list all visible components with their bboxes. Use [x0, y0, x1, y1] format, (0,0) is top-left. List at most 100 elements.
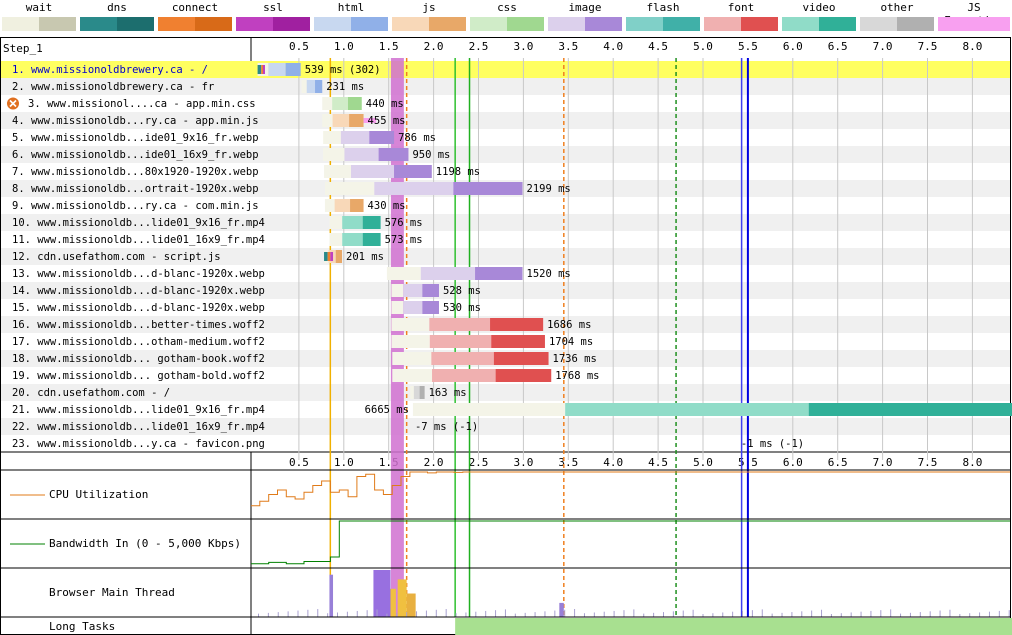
- request-timing: 430 ms: [368, 200, 406, 212]
- request-label: 15. www.missionoldb...d-blanc-1920x.webp: [12, 302, 265, 314]
- axis-tick-label-top: 6.5: [828, 40, 848, 53]
- request-timing: 6665 ms: [365, 404, 409, 416]
- bandwidth-line: [251, 520, 1010, 565]
- main-thread-activity: [406, 593, 416, 617]
- request-bar-download: [422, 284, 439, 297]
- axis-tick-label-bottom: 3.5: [558, 456, 578, 469]
- request-bar-ttfb: [268, 63, 286, 76]
- request-timing: -7 ms (-1): [415, 421, 478, 433]
- axis-tick-label-top: 8.0: [962, 40, 982, 53]
- request-bar-wait: [323, 131, 341, 144]
- request-bar-ttfb: [429, 335, 492, 348]
- axis-tick-label-top: 4.0: [603, 40, 623, 53]
- request-bar-wait: [322, 114, 333, 127]
- request-bar-download: [347, 97, 362, 110]
- request-bar-ttfb: [340, 131, 370, 144]
- request-bar-ttfb: [431, 352, 494, 365]
- step-label: Step_1: [3, 42, 43, 55]
- request-timing: 576 ms: [385, 217, 423, 229]
- request-label: 20. cdn.usefathom.com - /: [12, 387, 170, 399]
- request-timing: 455 ms: [368, 115, 406, 127]
- request-label: 23. www.missionoldb...y.ca - favicon.png: [12, 438, 265, 450]
- request-timing: 1768 ms: [555, 370, 599, 382]
- request-timing: 1686 ms: [547, 319, 591, 331]
- request-bar-download: [362, 233, 381, 246]
- request-bar-wait: [329, 216, 343, 229]
- request-label: 14. www.missionoldb...d-blanc-1920x.webp: [12, 285, 265, 297]
- request-label: 13. www.missionoldb...d-blanc-1920x.webp: [12, 268, 265, 280]
- main-thread-activity: [373, 570, 391, 617]
- axis-tick-label-top: 2.0: [424, 40, 444, 53]
- request-bar-wait: [324, 199, 335, 212]
- axis-tick-label-top: 2.5: [469, 40, 489, 53]
- request-timing: 163 ms: [429, 387, 467, 399]
- request-bar-wait: [324, 165, 351, 178]
- request-bar-ttfb: [306, 80, 316, 93]
- request-bar-ttfb: [420, 267, 476, 280]
- request-timing: 1520 ms: [527, 268, 571, 280]
- bandwidth-label: Bandwidth In (0 - 5,000 Kbps): [49, 537, 241, 550]
- main-thread-activity: [329, 574, 334, 617]
- axis-tick-label-bottom: 8.0: [962, 456, 982, 469]
- request-timing: 2199 ms: [527, 183, 571, 195]
- request-bar-ttfb: [413, 386, 420, 399]
- request-bar-ttfb: [344, 148, 379, 161]
- axis-tick-label-bottom: 4.0: [603, 456, 623, 469]
- axis-tick-label-top: 3.0: [513, 40, 533, 53]
- axis-tick-label-top: 7.5: [918, 40, 938, 53]
- axis-tick-label-bottom: 3.0: [513, 456, 533, 469]
- request-label: 7. www.missionoldb...80x1920-1920x.webp: [12, 166, 259, 178]
- request-label: 5. www.missionoldb...ide01_9x16_fr.webp: [12, 132, 259, 144]
- request-label: 4. www.missionoldb...ry.ca - app.min.js: [12, 115, 259, 127]
- request-bar-ttfb: [429, 318, 491, 331]
- request-label: 18. www.missionoldb... gotham-book.woff2: [12, 353, 265, 365]
- axis-tick-label-bottom: 7.0: [873, 456, 893, 469]
- request-timing: -1 ms (-1): [741, 438, 804, 450]
- long-task-span: [455, 618, 1012, 635]
- main-thread-activity: [390, 588, 396, 617]
- request-bar-download: [495, 369, 552, 382]
- request-bar-phase: [262, 65, 265, 74]
- axis-tick-label-top: 1.5: [379, 40, 399, 53]
- long-tasks-label: Long Tasks: [49, 620, 115, 633]
- axis-tick-label-bottom: 1.0: [334, 456, 354, 469]
- request-timing: 1198 ms: [436, 166, 480, 178]
- request-bar-ttfb: [342, 216, 363, 229]
- axis-tick-label-top: 0.5: [289, 40, 309, 53]
- request-bar-download: [335, 250, 343, 263]
- request-timing: 950 ms: [412, 149, 450, 161]
- request-timing: 231 ms: [326, 81, 364, 93]
- axis-tick-label-bottom: 0.5: [289, 456, 309, 469]
- request-bar-wait: [410, 386, 414, 399]
- axis-tick-label-bottom: 7.5: [918, 456, 938, 469]
- request-label: 2. www.missionoldbrewery.ca - fr: [12, 81, 214, 93]
- request-label: 11. www.missionoldb...lide01_16x9_fr.mp4: [12, 234, 265, 246]
- axis-tick-label-bottom: 6.0: [783, 456, 803, 469]
- request-bar-download: [490, 318, 544, 331]
- request-bar-download: [394, 165, 432, 178]
- request-bar-ttfb: [374, 182, 454, 195]
- request-timing: 1736 ms: [553, 353, 597, 365]
- request-bar-phase: [327, 252, 331, 261]
- request-bar-download: [285, 63, 301, 76]
- request-bar-download: [808, 403, 1012, 416]
- request-timing: 440 ms: [366, 98, 404, 110]
- request-bar-ttfb: [432, 369, 496, 382]
- main-thread-activity: [559, 602, 564, 617]
- request-bar-ttfb: [332, 114, 350, 127]
- request-timing: 528 ms: [443, 285, 481, 297]
- request-bar-wait: [323, 148, 345, 161]
- axis-tick-label-top: 7.0: [873, 40, 893, 53]
- request-bar-phase: [261, 65, 264, 74]
- request-label: 22. www.missionoldb...lide01_16x9_fr.mp4: [12, 421, 265, 433]
- axis-tick-label-bottom: 4.5: [648, 456, 668, 469]
- request-bar-wait: [392, 369, 433, 382]
- request-bar-ttfb: [403, 301, 423, 314]
- axis-tick-label-top: 1.0: [334, 40, 354, 53]
- request-timing: 201 ms: [346, 251, 384, 263]
- request-bar-wait: [391, 301, 404, 314]
- request-bar-wait: [391, 335, 430, 348]
- request-label: 1. www.missionoldbrewery.ca - /: [12, 64, 208, 76]
- request-bar-wait: [329, 233, 343, 246]
- request-bar-phase: [324, 252, 328, 261]
